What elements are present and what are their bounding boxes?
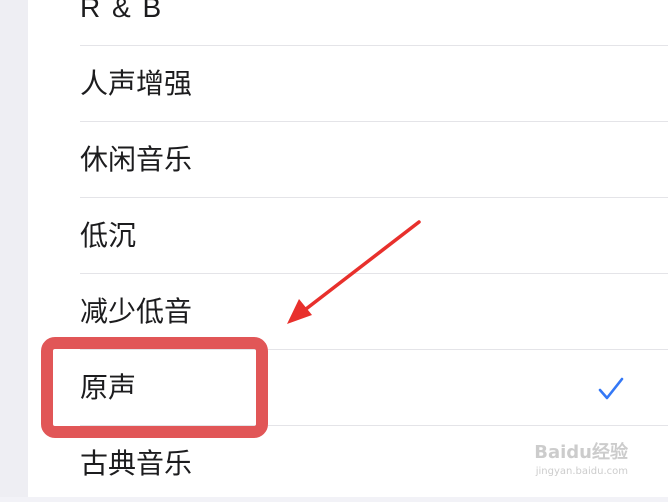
side-strip — [0, 0, 28, 497]
list-item-label: 原声 — [80, 371, 137, 404]
list-item-label: 休闲音乐 — [80, 143, 193, 176]
list-item-label: R & B — [80, 0, 164, 23]
list-item-label: 减少低音 — [80, 295, 193, 328]
watermark-brand: Baidu经验 — [534, 442, 628, 463]
list-item-label: 古典音乐 — [80, 447, 193, 480]
list-item-deep[interactable]: 低沉 — [28, 198, 668, 274]
equalizer-preset-list: R & B 人声增强 休闲音乐 低沉 减少低音 原声 古典音乐 — [28, 0, 668, 497]
list-item-lounge[interactable]: 休闲音乐 — [28, 122, 668, 198]
list-item-label: 低沉 — [80, 219, 137, 252]
checkmark-icon — [598, 377, 624, 400]
list-item-label: 人声增强 — [80, 67, 193, 100]
list-item-vocal-boost[interactable]: 人声增强 — [28, 46, 668, 122]
list-item-acoustic[interactable]: 原声 — [28, 350, 668, 426]
list-item-r-and-b[interactable]: R & B — [28, 0, 668, 46]
list-item-bass-reducer[interactable]: 减少低音 — [28, 274, 668, 350]
watermark-logo: Baidu经验 jingyan.baidu.com — [534, 438, 628, 477]
watermark-site: jingyan.baidu.com — [535, 466, 628, 477]
